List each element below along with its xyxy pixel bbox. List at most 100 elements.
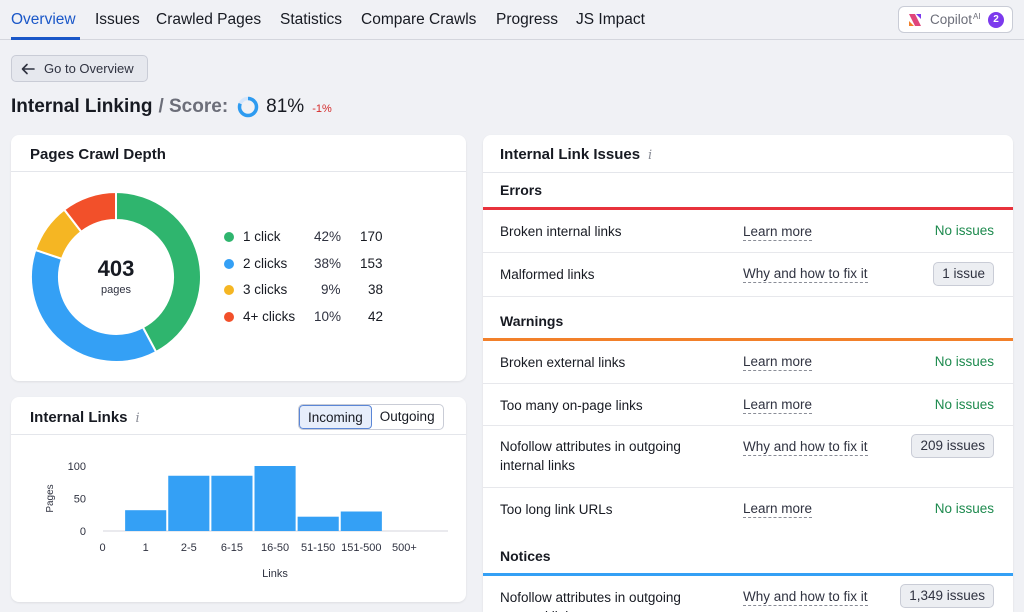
donut-slice-2[interactable]	[30, 248, 158, 363]
x-tick-label: 1	[143, 542, 149, 554]
x-axis-label: Links	[262, 568, 288, 580]
issue-name: Malformed links	[500, 267, 595, 282]
issue-row: Broken internal links Learn more No issu…	[483, 210, 1013, 253]
page-title-text: Internal Linking	[11, 96, 153, 117]
legend-count: 153	[360, 256, 383, 271]
learn-more-link[interactable]: Learn more	[743, 354, 813, 371]
toggle-outgoing[interactable]: Outgoing	[372, 405, 443, 429]
legend-count: 170	[360, 229, 383, 244]
score-delta: -1%	[312, 103, 332, 115]
y-axis-label: Pages	[45, 484, 56, 512]
bar-151-500[interactable]	[340, 511, 382, 532]
issue-count-badge[interactable]: 1 issue	[933, 262, 994, 286]
active-tab-indicator	[11, 37, 80, 40]
legend-count: 42	[368, 309, 384, 324]
issue-row: Broken external links Learn more No issu…	[483, 341, 1013, 384]
info-icon[interactable]: i	[136, 411, 140, 426]
issue-row: Nofollow attributes in outgoing internal…	[483, 426, 1013, 488]
copilot-button[interactable]: Copilot AI 2	[898, 6, 1013, 33]
y-tick-label: 50	[74, 494, 86, 506]
x-tick-label: 51-150	[301, 542, 335, 554]
issue-row: Malformed links Why and how to fix it 1 …	[483, 253, 1013, 297]
go-to-overview-button[interactable]: Go to Overview	[11, 55, 148, 82]
divider	[11, 434, 466, 435]
score-label: / Score:	[158, 96, 229, 117]
legend-percent: 10%	[314, 309, 342, 324]
bar-2-5[interactable]	[168, 475, 210, 531]
fix-it-link[interactable]: Why and how to fix it	[743, 439, 868, 456]
legend-dot	[224, 232, 234, 242]
issue-name: Too many on-page links	[500, 398, 643, 413]
issue-name: Nofollow attributes in outgoing external…	[500, 590, 681, 612]
crawl-depth-donut: 403 pages	[30, 190, 202, 363]
issue-count-badge[interactable]: 209 issues	[911, 434, 994, 458]
toggle-incoming[interactable]: Incoming	[299, 405, 372, 429]
y-tick-label: 0	[80, 526, 86, 538]
issue-status: No issues	[934, 501, 994, 516]
tab-crawled-pages[interactable]: Crawled Pages	[156, 11, 261, 29]
legend-dot	[224, 285, 234, 295]
legend-label: 4+ clicks	[243, 309, 296, 324]
tab-progress[interactable]: Progress	[496, 11, 558, 29]
issue-row: Too many on-page links Learn more No iss…	[483, 384, 1013, 426]
internal-links-title-text: Internal Links	[30, 409, 128, 426]
x-tick-label: 6-15	[221, 542, 243, 554]
internal-links-chart: 0 50 100 Pages 0 1 2-5 6-15 16-50 51-150 151-500 50…	[45, 461, 448, 580]
section-warnings: Warnings	[500, 313, 564, 329]
score-ring-icon	[237, 96, 259, 118]
donut-total-label: pages	[101, 284, 131, 296]
legend-percent: 38%	[314, 256, 342, 271]
arrow-left-icon	[21, 63, 35, 74]
divider	[483, 172, 1013, 173]
legend-dot	[224, 312, 234, 322]
section-errors: Errors	[500, 182, 543, 198]
crawl-depth-title: Pages Crawl Depth	[30, 146, 166, 163]
go-to-overview-label: Go to Overview	[44, 61, 134, 76]
tab-js-impact[interactable]: JS Impact	[576, 11, 645, 29]
legend-percent: 9%	[321, 282, 341, 297]
legend-label: 3 clicks	[243, 282, 288, 297]
page-title: Internal Linking / Score: 81% -1%	[11, 96, 332, 118]
tab-statistics[interactable]: Statistics	[280, 11, 342, 29]
top-nav: Overview Issues Crawled Pages Statistics…	[0, 0, 1024, 40]
x-tick-label: 2-5	[181, 542, 197, 554]
tab-compare-crawls[interactable]: Compare Crawls	[361, 11, 476, 29]
learn-more-link[interactable]: Learn more	[743, 224, 813, 241]
tab-overview[interactable]: Overview	[11, 11, 76, 29]
fix-it-link[interactable]: Why and how to fix it	[743, 266, 868, 283]
legend-dot	[224, 259, 234, 269]
bar-6-15[interactable]	[211, 475, 253, 531]
learn-more-link[interactable]: Learn more	[743, 397, 813, 414]
copilot-notification-count: 2	[988, 12, 1004, 28]
issue-name: Broken external links	[500, 355, 626, 370]
issue-name: Nofollow attributes in outgoing internal…	[500, 439, 681, 473]
issue-status: No issues	[934, 397, 994, 412]
copilot-logo-icon	[909, 13, 921, 26]
tab-issues[interactable]: Issues	[95, 11, 140, 29]
issue-status: No issues	[934, 223, 994, 238]
bar-1[interactable]	[125, 510, 167, 531]
copilot-ai-sup: AI	[973, 12, 981, 21]
learn-more-link[interactable]: Learn more	[743, 501, 813, 518]
issue-count-badge[interactable]: 1,349 issues	[900, 584, 994, 608]
x-tick-label: 16-50	[261, 542, 289, 554]
links-direction-toggle: Incoming Outgoing	[298, 404, 444, 430]
legend-label: 2 clicks	[243, 256, 288, 271]
internal-links-title: Internal Links i	[30, 409, 140, 426]
legend-percent: 42%	[314, 229, 342, 244]
fix-it-link[interactable]: Why and how to fix it	[743, 589, 868, 606]
bar-51-150[interactable]	[297, 516, 339, 531]
crawl-depth-card: Pages Crawl Depth 403 pages 1 click 42% …	[11, 135, 466, 381]
info-icon[interactable]: i	[648, 148, 652, 163]
x-tick-label: 500+	[392, 542, 417, 554]
issue-name: Broken internal links	[500, 224, 622, 239]
issue-row: Too long link URLs Learn more No issues	[483, 488, 1013, 531]
issue-row: Nofollow attributes in outgoing external…	[483, 576, 1013, 612]
divider	[11, 171, 466, 172]
legend-label: 1 click	[243, 229, 281, 244]
x-tick-label: 151-500	[341, 542, 381, 554]
bar-16-50[interactable]	[254, 466, 296, 531]
issue-name: Too long link URLs	[500, 502, 613, 517]
legend-count: 38	[368, 282, 384, 297]
score-value: 81%	[266, 96, 305, 117]
